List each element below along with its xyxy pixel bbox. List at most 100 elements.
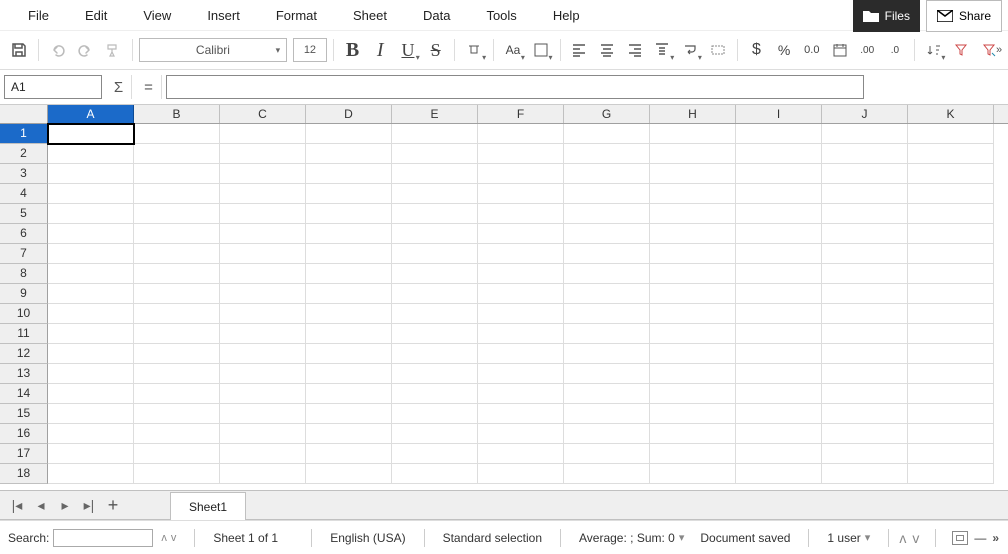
- cell-D16[interactable]: [306, 424, 392, 444]
- cell-E18[interactable]: [392, 464, 478, 484]
- row-header-13[interactable]: 13: [0, 364, 48, 384]
- cell-K11[interactable]: [908, 324, 994, 344]
- currency-button[interactable]: $: [744, 37, 770, 63]
- cell-I8[interactable]: [736, 264, 822, 284]
- cell-G17[interactable]: [564, 444, 650, 464]
- filter-button[interactable]: [948, 37, 974, 63]
- cell-A14[interactable]: [48, 384, 134, 404]
- zoom-fit-icon[interactable]: [952, 531, 968, 545]
- cell-A17[interactable]: [48, 444, 134, 464]
- cell-K4[interactable]: [908, 184, 994, 204]
- cell-H12[interactable]: [650, 344, 736, 364]
- sheet-nav-prev[interactable]: ◂: [30, 494, 52, 516]
- cell-B8[interactable]: [134, 264, 220, 284]
- cell-K16[interactable]: [908, 424, 994, 444]
- cell-A7[interactable]: [48, 244, 134, 264]
- col-header-D[interactable]: D: [306, 105, 392, 123]
- cell-D3[interactable]: [306, 164, 392, 184]
- cell-G6[interactable]: [564, 224, 650, 244]
- cell-G4[interactable]: [564, 184, 650, 204]
- cell-G7[interactable]: [564, 244, 650, 264]
- row-header-17[interactable]: 17: [0, 444, 48, 464]
- cell-C8[interactable]: [220, 264, 306, 284]
- col-header-K[interactable]: K: [908, 105, 994, 123]
- cell-D17[interactable]: [306, 444, 392, 464]
- cell-B3[interactable]: [134, 164, 220, 184]
- cell-B17[interactable]: [134, 444, 220, 464]
- cell-K12[interactable]: [908, 344, 994, 364]
- cell-J4[interactable]: [822, 184, 908, 204]
- cell-B7[interactable]: [134, 244, 220, 264]
- cell-I12[interactable]: [736, 344, 822, 364]
- cell-I3[interactable]: [736, 164, 822, 184]
- cell-J1[interactable]: [822, 124, 908, 144]
- cell-K13[interactable]: [908, 364, 994, 384]
- cell-B4[interactable]: [134, 184, 220, 204]
- row-header-18[interactable]: 18: [0, 464, 48, 484]
- zoom-down-icon[interactable]: v: [912, 530, 919, 546]
- cell-D7[interactable]: [306, 244, 392, 264]
- wrap-button[interactable]: [677, 37, 703, 63]
- toolbar-overflow[interactable]: »: [992, 31, 1006, 69]
- cell-J3[interactable]: [822, 164, 908, 184]
- cell-G1[interactable]: [564, 124, 650, 144]
- cell-H6[interactable]: [650, 224, 736, 244]
- clear-format-button[interactable]: [461, 37, 487, 63]
- language-status[interactable]: English (USA): [322, 531, 413, 545]
- menu-view[interactable]: View: [125, 2, 189, 29]
- search-prev-icon[interactable]: ʌ: [161, 532, 167, 544]
- dec-dec-button[interactable]: .0: [882, 37, 908, 63]
- cell-J9[interactable]: [822, 284, 908, 304]
- cell-I7[interactable]: [736, 244, 822, 264]
- cell-F14[interactable]: [478, 384, 564, 404]
- cell-F11[interactable]: [478, 324, 564, 344]
- cell-J14[interactable]: [822, 384, 908, 404]
- case-button[interactable]: Aa: [500, 37, 526, 63]
- cell-C16[interactable]: [220, 424, 306, 444]
- cell-E16[interactable]: [392, 424, 478, 444]
- cell-I2[interactable]: [736, 144, 822, 164]
- cell-I14[interactable]: [736, 384, 822, 404]
- zoom-up-icon[interactable]: ʌ: [899, 530, 906, 546]
- cell-E14[interactable]: [392, 384, 478, 404]
- undo-button[interactable]: [45, 37, 71, 63]
- menu-sheet[interactable]: Sheet: [335, 2, 405, 29]
- cell-F13[interactable]: [478, 364, 564, 384]
- cell-E11[interactable]: [392, 324, 478, 344]
- row-header-1[interactable]: 1: [0, 124, 48, 144]
- cell-H17[interactable]: [650, 444, 736, 464]
- cell-E3[interactable]: [392, 164, 478, 184]
- cell-F2[interactable]: [478, 144, 564, 164]
- cell-I11[interactable]: [736, 324, 822, 344]
- sheet-nav-last[interactable]: ▸|: [78, 494, 100, 516]
- cell-D12[interactable]: [306, 344, 392, 364]
- files-button[interactable]: Files: [853, 0, 920, 32]
- cell-A15[interactable]: [48, 404, 134, 424]
- cell-B5[interactable]: [134, 204, 220, 224]
- cell-K14[interactable]: [908, 384, 994, 404]
- cell-A11[interactable]: [48, 324, 134, 344]
- cell-J13[interactable]: [822, 364, 908, 384]
- cell-F1[interactable]: [478, 124, 564, 144]
- cell-H5[interactable]: [650, 204, 736, 224]
- share-button[interactable]: Share: [926, 0, 1002, 32]
- row-header-16[interactable]: 16: [0, 424, 48, 444]
- cell-A18[interactable]: [48, 464, 134, 484]
- add-sheet-button[interactable]: +: [102, 494, 124, 516]
- sheet-nav-next[interactable]: ▸: [54, 494, 76, 516]
- cell-J10[interactable]: [822, 304, 908, 324]
- cell-G9[interactable]: [564, 284, 650, 304]
- sort-button[interactable]: [921, 37, 947, 63]
- cell-K5[interactable]: [908, 204, 994, 224]
- cell-J7[interactable]: [822, 244, 908, 264]
- cell-K17[interactable]: [908, 444, 994, 464]
- cell-E7[interactable]: [392, 244, 478, 264]
- cell-F6[interactable]: [478, 224, 564, 244]
- cell-G11[interactable]: [564, 324, 650, 344]
- underline-button[interactable]: U: [395, 37, 421, 63]
- dec-inc-button[interactable]: .00: [854, 37, 880, 63]
- cell-E13[interactable]: [392, 364, 478, 384]
- cell-K2[interactable]: [908, 144, 994, 164]
- cell-I18[interactable]: [736, 464, 822, 484]
- cell-C7[interactable]: [220, 244, 306, 264]
